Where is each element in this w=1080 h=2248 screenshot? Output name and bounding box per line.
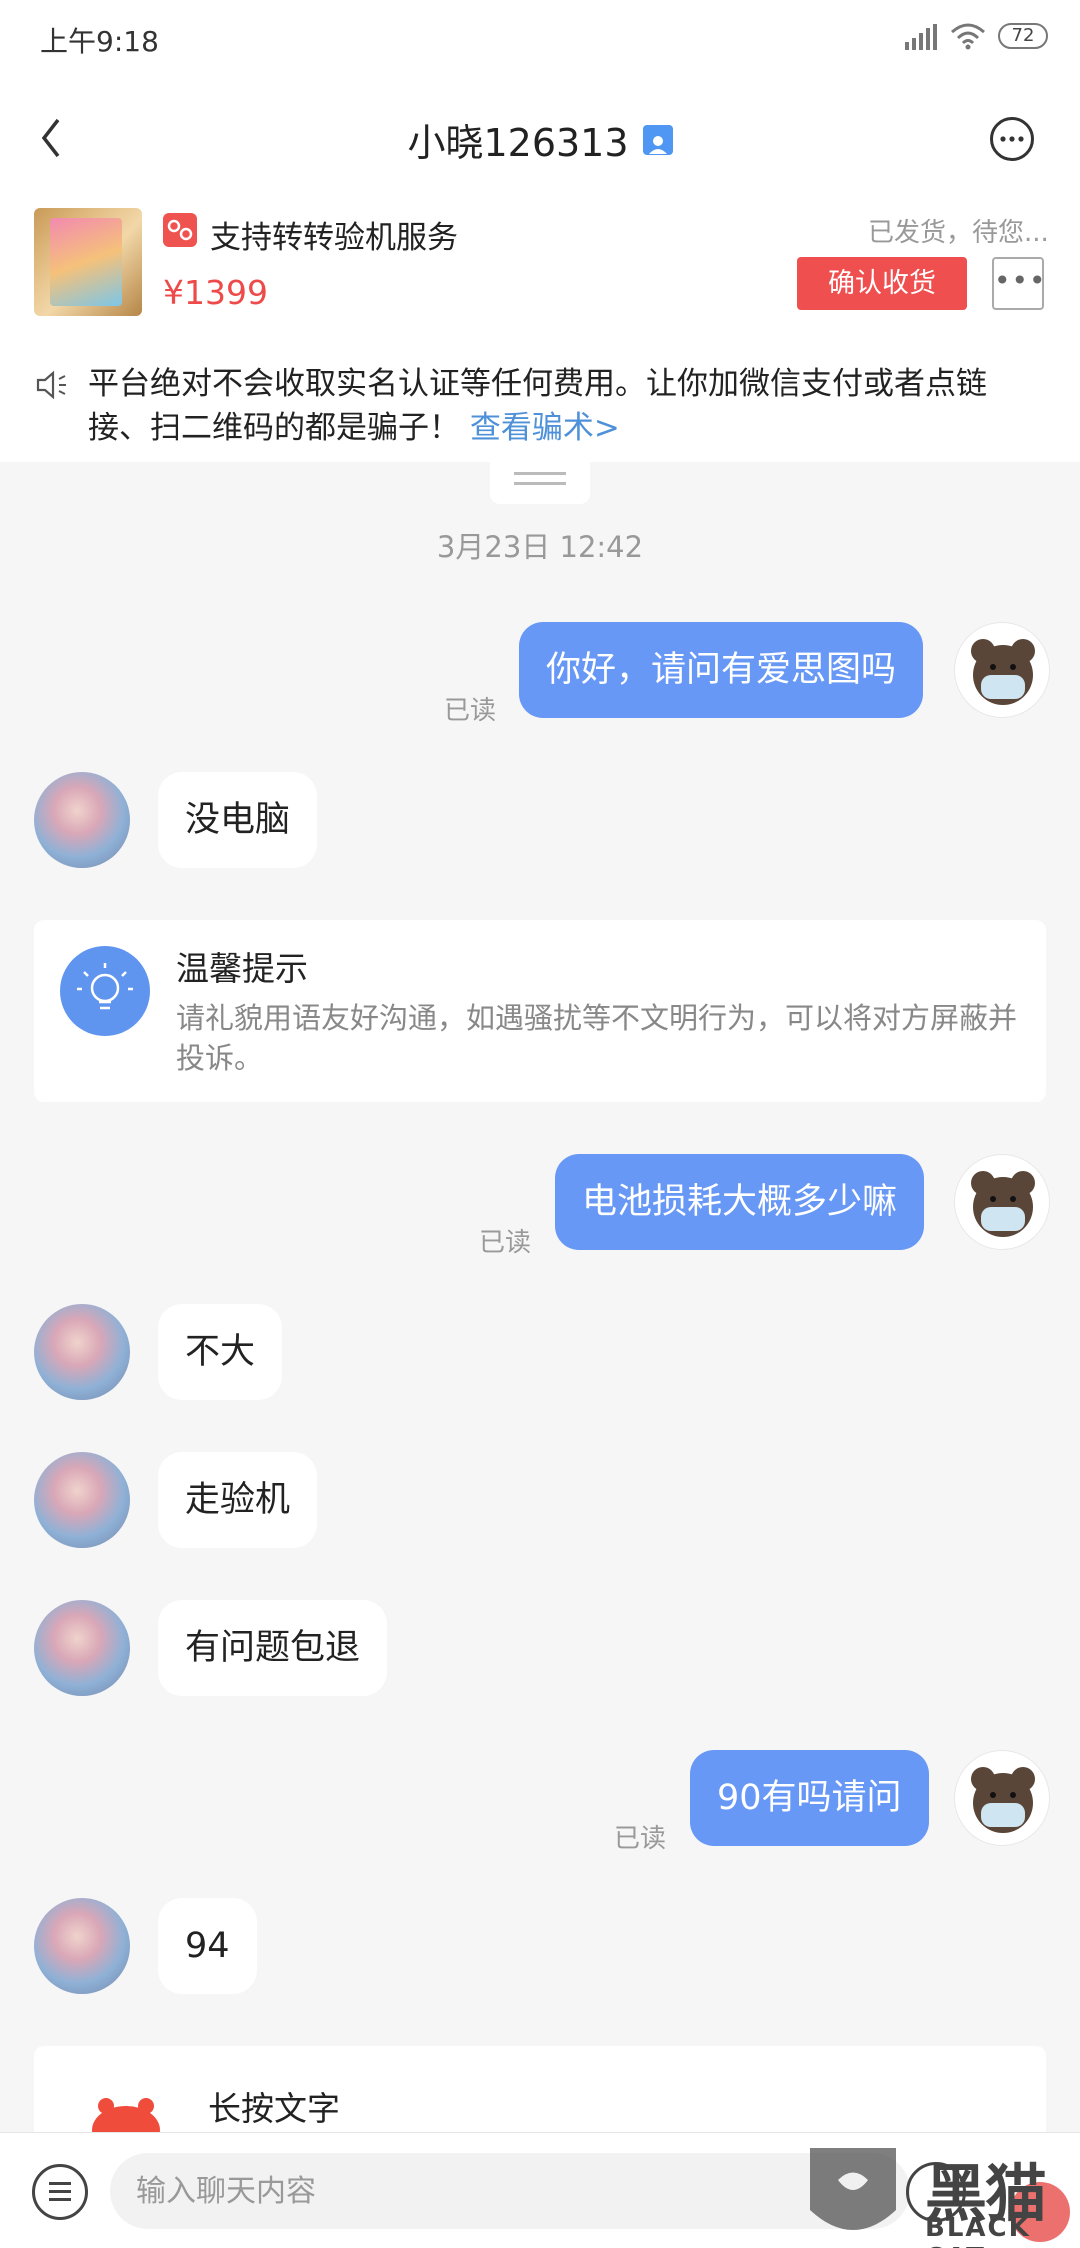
my-avatar[interactable] xyxy=(954,1154,1050,1250)
message-bubble-incoming[interactable]: 有问题包退 xyxy=(158,1600,388,1696)
message-bubble-incoming[interactable]: 没电脑 xyxy=(158,772,318,868)
pull-handle[interactable] xyxy=(490,462,590,504)
confirm-receipt-button[interactable]: 确认收货 xyxy=(797,257,967,310)
message-bubble-outgoing[interactable]: 90有吗请问 xyxy=(690,1750,929,1846)
product-price: ¥1399 xyxy=(163,273,268,312)
chat-title: 小晓126313 xyxy=(0,112,1080,167)
tablet-screen-image xyxy=(50,218,122,306)
order-more-button[interactable]: ••• xyxy=(992,257,1046,310)
menu-icon[interactable] xyxy=(32,2164,88,2220)
contact-avatar[interactable] xyxy=(34,772,130,868)
chat-message-input[interactable] xyxy=(110,2153,910,2229)
signal-icon xyxy=(905,24,937,50)
read-receipt: 已读 xyxy=(444,696,497,726)
contact-avatar[interactable] xyxy=(34,1452,130,1548)
product-thumbnail[interactable] xyxy=(34,208,142,316)
watermark-subtext: BLACK CAT xyxy=(925,2213,1031,2248)
wifi-icon xyxy=(951,23,985,50)
order-status: 已发货，待您... xyxy=(868,218,1049,248)
battery-indicator: 72 xyxy=(998,23,1048,49)
view-scams-link[interactable]: 查看骗术> xyxy=(470,410,620,446)
service-label: 支持转转验机服务 xyxy=(210,220,458,256)
inspection-service-icon xyxy=(163,213,197,247)
contact-avatar[interactable] xyxy=(34,1600,130,1696)
my-avatar[interactable] xyxy=(954,1750,1050,1846)
verified-id-icon xyxy=(642,124,673,155)
speaker-icon xyxy=(36,370,66,400)
message-bubble-outgoing[interactable]: 你好，请问有爱思图吗 xyxy=(519,622,924,718)
chat-timestamp: 3月23日 12:42 xyxy=(436,530,644,564)
message-bubble-incoming[interactable]: 不大 xyxy=(158,1304,283,1400)
notice-text: 平台绝对不会收取实名认证等任何费用。让你加微信支付或者点链接、扫二维码的都是骗子… xyxy=(88,362,1028,450)
long-press-title: 长按文字 xyxy=(208,2089,340,2128)
contact-name: 小晓126313 xyxy=(407,121,629,165)
more-options-icon[interactable] xyxy=(990,117,1034,161)
read-receipt: 已读 xyxy=(614,1824,667,1854)
contact-avatar[interactable] xyxy=(34,1304,130,1400)
tip-text: 请礼貌用语友好沟通，如遇骚扰等不文明行为，可以将对方屏蔽并投诉。 xyxy=(176,1001,1018,1075)
status-time: 上午9:18 xyxy=(40,25,159,58)
message-bubble-incoming[interactable]: 94 xyxy=(158,1898,257,1994)
contact-avatar[interactable] xyxy=(34,1898,130,1994)
my-avatar[interactable] xyxy=(954,622,1050,718)
lightbulb-icon xyxy=(60,946,150,1036)
read-receipt: 已读 xyxy=(479,1228,532,1258)
message-bubble-outgoing[interactable]: 电池损耗大概多少嘛 xyxy=(555,1154,925,1250)
tip-title: 温馨提示 xyxy=(176,949,308,988)
message-bubble-incoming[interactable]: 走验机 xyxy=(158,1452,318,1548)
